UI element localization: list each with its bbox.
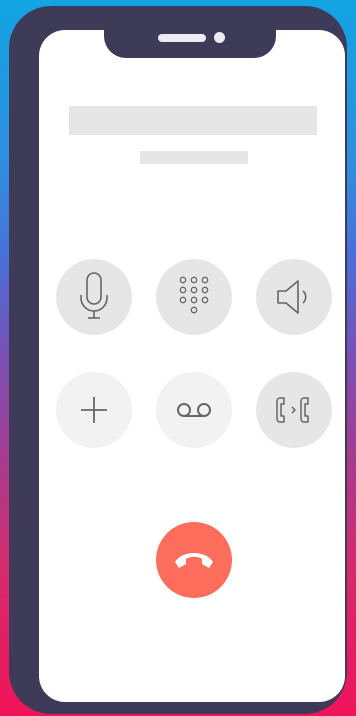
phone-hangup-icon bbox=[175, 553, 213, 568]
voicemail-icon bbox=[177, 403, 211, 417]
front-camera bbox=[214, 32, 225, 43]
volume-up-button bbox=[13, 152, 19, 202]
speaker-button[interactable] bbox=[256, 259, 332, 335]
speaker-icon bbox=[277, 280, 307, 314]
voicemail-button[interactable] bbox=[156, 372, 232, 448]
phone-screen bbox=[39, 30, 345, 702]
phone-frame bbox=[9, 6, 347, 714]
notch bbox=[104, 12, 276, 58]
caller-name bbox=[69, 106, 317, 135]
plus-icon bbox=[81, 397, 107, 423]
call-status bbox=[140, 151, 248, 164]
earpiece-speaker bbox=[158, 34, 206, 42]
mute-button[interactable] bbox=[56, 259, 132, 335]
end-call-button[interactable] bbox=[156, 522, 232, 598]
keypad-button[interactable] bbox=[156, 259, 232, 335]
swap-call-button[interactable] bbox=[256, 372, 332, 448]
swap-call-icon bbox=[276, 397, 309, 423]
volume-down-button bbox=[13, 218, 19, 268]
keypad-icon bbox=[179, 276, 209, 314]
mute-switch bbox=[13, 102, 19, 130]
add-call-button[interactable] bbox=[56, 372, 132, 448]
microphone-icon bbox=[80, 272, 108, 319]
